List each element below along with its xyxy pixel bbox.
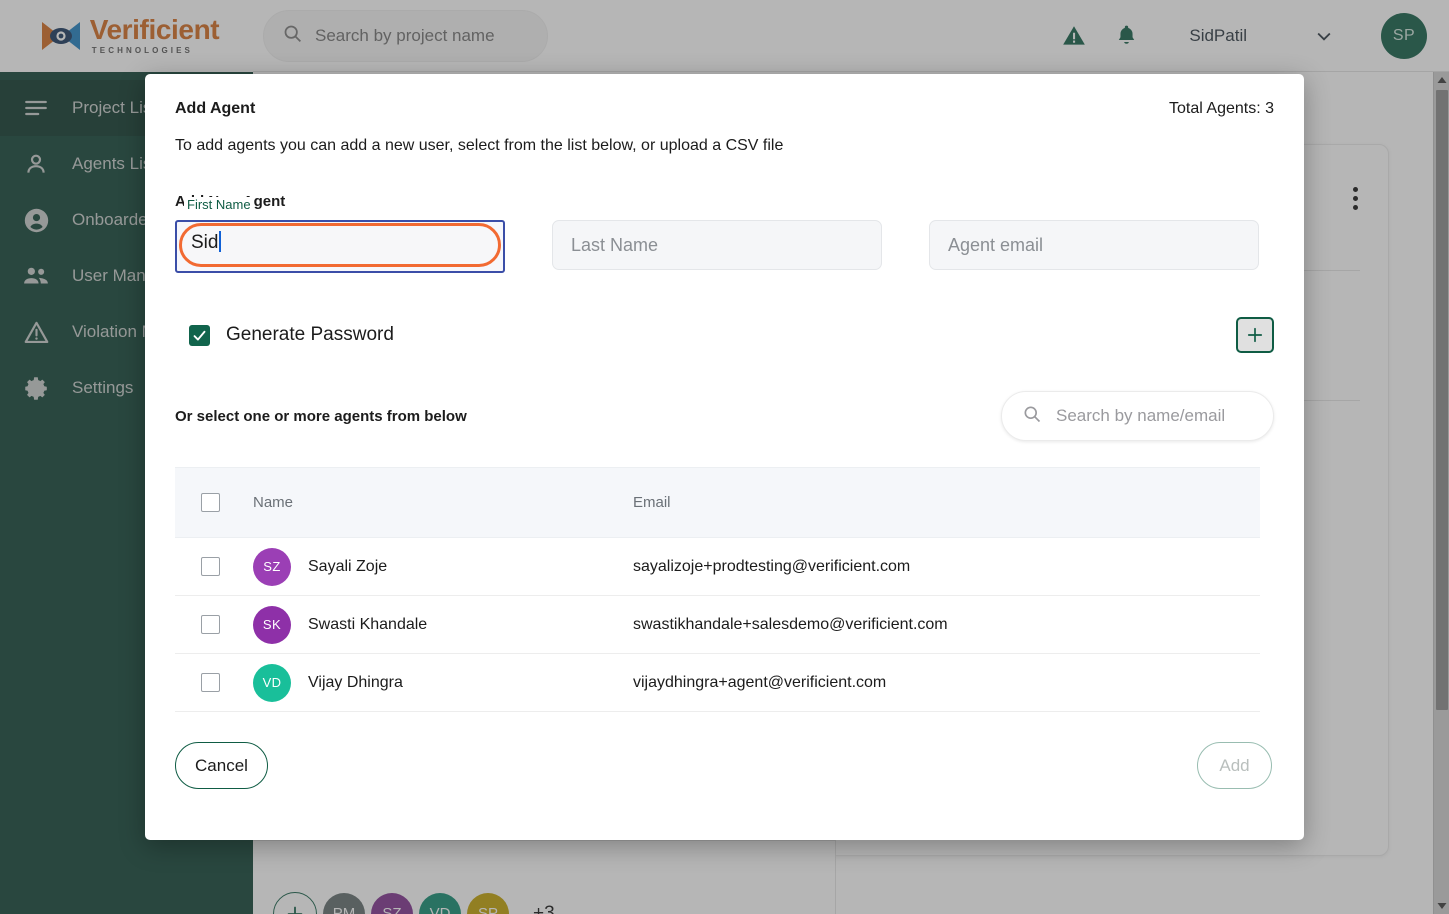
agents-table: Name Email SZ Sayali Zoje sayalizoje+pro… xyxy=(175,467,1260,712)
cancel-button[interactable]: Cancel xyxy=(175,742,268,789)
row-name-cell: SZ Sayali Zoje xyxy=(253,537,633,596)
row-name-cell: VD Vijay Dhingra xyxy=(253,653,633,712)
agent-name: Sayali Zoje xyxy=(308,557,388,575)
person-icon xyxy=(22,150,50,178)
scroll-up-arrow-icon[interactable] xyxy=(1434,72,1449,88)
select-agents-row: Or select one or more agents from below … xyxy=(175,391,1274,441)
warning-triangle-icon xyxy=(22,318,50,346)
member-avatar[interactable]: SP xyxy=(467,892,509,914)
sidebar-item-label: Agents List xyxy=(72,154,157,173)
plus-icon xyxy=(1247,327,1263,343)
agent-email: sayalizoje+prodtesting@verificient.com xyxy=(633,537,1260,596)
email-column-header: Email xyxy=(633,467,1260,538)
select-agents-label: Or select one or more agents from below xyxy=(175,407,467,425)
header-actions: SidPatil SP xyxy=(1059,12,1449,59)
row-checkbox[interactable] xyxy=(201,557,220,576)
scroll-down-arrow-icon[interactable] xyxy=(1434,898,1449,914)
first-name-label: First Name xyxy=(184,197,254,212)
search-icon xyxy=(282,23,303,49)
project-members-strip: PM SZ VD SP +3 xyxy=(253,840,836,914)
total-agents-count: Total Agents: 3 xyxy=(1169,100,1274,117)
avatar: SK xyxy=(253,605,291,644)
people-group-icon xyxy=(22,262,50,290)
first-name-input[interactable]: Sid xyxy=(191,231,221,254)
sidebar-item-label: Project List xyxy=(72,98,157,117)
table-row[interactable]: SZ Sayali Zoje sayalizoje+prodtesting@ve… xyxy=(175,537,1260,596)
logo-wordmark: Verificient xyxy=(89,14,220,45)
row-name-cell: SK Swasti Khandale xyxy=(253,595,633,654)
select-all-header xyxy=(175,467,253,538)
dialog-footer: Cancel Add xyxy=(175,742,1272,789)
app-root: Verificient TECHNOLOGIES Search by proje… xyxy=(0,0,1449,914)
first-name-field-wrapper[interactable]: First Name Sid xyxy=(175,197,505,273)
dialog-subtitle: To add agents you can add a new user, se… xyxy=(175,137,784,154)
list-menu-icon xyxy=(22,94,50,122)
scrollbar-thumb[interactable] xyxy=(1436,90,1448,710)
table-row[interactable]: VD Vijay Dhingra vijaydhingra+agent@veri… xyxy=(175,653,1260,712)
row-select-cell xyxy=(175,595,253,654)
search-icon xyxy=(1022,404,1042,429)
checkmark-icon xyxy=(193,330,206,340)
logo-block: Verificient TECHNOLOGIES xyxy=(0,0,253,72)
new-agent-fields: First Name Sid Last Name Agent email xyxy=(175,197,1274,273)
agent-name: Vijay Dhingra xyxy=(308,673,403,691)
avatar: VD xyxy=(253,663,291,702)
verificient-logo-icon xyxy=(40,19,82,53)
add-new-agent-heading: Add New Agent xyxy=(175,193,286,210)
member-avatar[interactable]: PM xyxy=(323,892,365,914)
notification-bell-icon[interactable] xyxy=(1111,21,1141,51)
generate-password-label: Generate Password xyxy=(226,324,394,345)
agent-email: vijaydhingra+agent@verificient.com xyxy=(633,653,1260,712)
logo-tagline: TECHNOLOGIES xyxy=(91,46,193,55)
agent-search-input[interactable]: Search by name/email xyxy=(1001,391,1274,441)
member-avatar[interactable]: SZ xyxy=(371,892,413,914)
chevron-down-icon[interactable] xyxy=(1313,25,1335,47)
member-avatar[interactable]: VD xyxy=(419,892,461,914)
select-all-checkbox[interactable] xyxy=(201,493,220,512)
text-caret xyxy=(219,231,221,252)
dialog-header: Add Agent Total Agents: 3 xyxy=(175,100,1274,118)
last-name-input[interactable]: Last Name xyxy=(552,220,882,270)
row-select-cell xyxy=(175,537,253,596)
top-header-bar: Verificient TECHNOLOGIES Search by proje… xyxy=(0,0,1449,72)
name-column-header: Name xyxy=(253,467,633,538)
agent-name: Swasti Khandale xyxy=(308,615,428,633)
generate-password-row: Generate Password xyxy=(175,317,1274,353)
add-member-button[interactable] xyxy=(273,891,317,914)
agent-search-placeholder: Search by name/email xyxy=(1056,406,1226,425)
row-checkbox[interactable] xyxy=(201,673,220,692)
agent-email-input[interactable]: Agent email xyxy=(929,220,1259,270)
generate-password-checkbox[interactable] xyxy=(189,324,210,346)
more-vertical-icon[interactable] xyxy=(1353,187,1358,210)
row-checkbox[interactable] xyxy=(201,615,220,634)
agent-email: swastikhandale+salesdemo@verificient.com xyxy=(633,595,1260,654)
agents-table-body: SZ Sayali Zoje sayalizoje+prodtesting@ve… xyxy=(175,537,1260,712)
project-search-placeholder: Search by project name xyxy=(315,25,495,45)
project-search-input[interactable]: Search by project name xyxy=(263,9,548,62)
dialog-title: Add Agent xyxy=(175,100,256,117)
warning-triangle-icon[interactable] xyxy=(1059,21,1089,51)
sidebar-item-label: Settings xyxy=(72,378,134,397)
user-name-label: SidPatil xyxy=(1189,25,1247,45)
page-scrollbar[interactable] xyxy=(1433,72,1449,914)
table-header-row: Name Email xyxy=(175,467,1260,538)
add-agent-row-button[interactable] xyxy=(1236,317,1274,353)
person-circle-icon xyxy=(22,206,50,234)
add-button[interactable]: Add xyxy=(1197,742,1272,789)
member-overflow-count: +3 xyxy=(533,902,555,914)
row-select-cell xyxy=(175,653,253,712)
add-agent-dialog: Add Agent Total Agents: 3 To add agents … xyxy=(145,74,1304,840)
gear-icon xyxy=(22,374,50,402)
avatar: SZ xyxy=(253,547,291,586)
first-name-highlight-ring xyxy=(179,223,501,267)
table-row[interactable]: SK Swasti Khandale swastikhandale+salesd… xyxy=(175,595,1260,654)
avatar[interactable]: SP xyxy=(1381,12,1427,59)
